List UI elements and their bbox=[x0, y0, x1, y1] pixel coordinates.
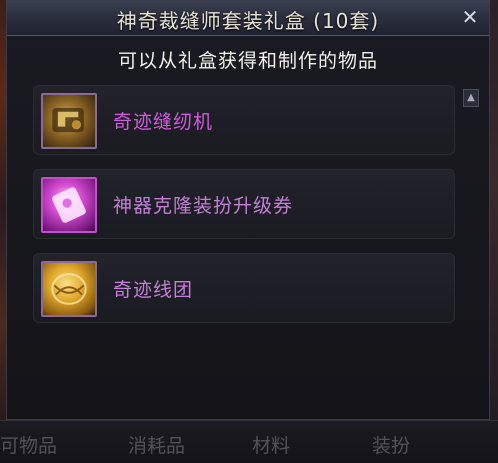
item-label: 奇迹缝纫机 bbox=[113, 111, 214, 133]
yarn-ball-icon bbox=[41, 261, 97, 317]
window-title: 神奇裁缝师套装礼盒 (10套) bbox=[116, 9, 380, 33]
list-item[interactable]: 奇迹缝纫机 bbox=[33, 85, 455, 155]
gift-box-window: 神奇裁缝师套装礼盒 (10套) ✕ 可以从礼盒获得和制作的物品 ▲ 奇迹缝纫机 bbox=[6, 0, 490, 420]
tab-consumables[interactable]: 消耗品 bbox=[128, 431, 185, 458]
close-icon[interactable]: ✕ bbox=[459, 6, 481, 28]
scroll-up-button[interactable]: ▲ bbox=[463, 89, 479, 107]
tab-items[interactable]: 可物品 bbox=[0, 431, 57, 458]
list-item[interactable]: 神器克隆装扮升级券 bbox=[33, 169, 455, 239]
upgrade-ticket-icon bbox=[41, 177, 97, 233]
item-label: 奇迹线团 bbox=[113, 279, 194, 301]
bottom-tab-bar: 可物品 消耗品 材料 装扮 bbox=[0, 420, 498, 463]
tab-avatar[interactable]: 装扮 bbox=[372, 431, 410, 458]
title-bar[interactable]: 神奇裁缝师套装礼盒 (10套) ✕ bbox=[7, 1, 489, 36]
tab-materials[interactable]: 材料 bbox=[252, 431, 290, 458]
sewing-machine-icon bbox=[41, 93, 97, 149]
section-heading: 可以从礼盒获得和制作的物品 bbox=[117, 50, 378, 72]
list-item[interactable]: 奇迹线团 bbox=[33, 253, 455, 323]
item-label: 神器克隆装扮升级券 bbox=[113, 195, 294, 217]
